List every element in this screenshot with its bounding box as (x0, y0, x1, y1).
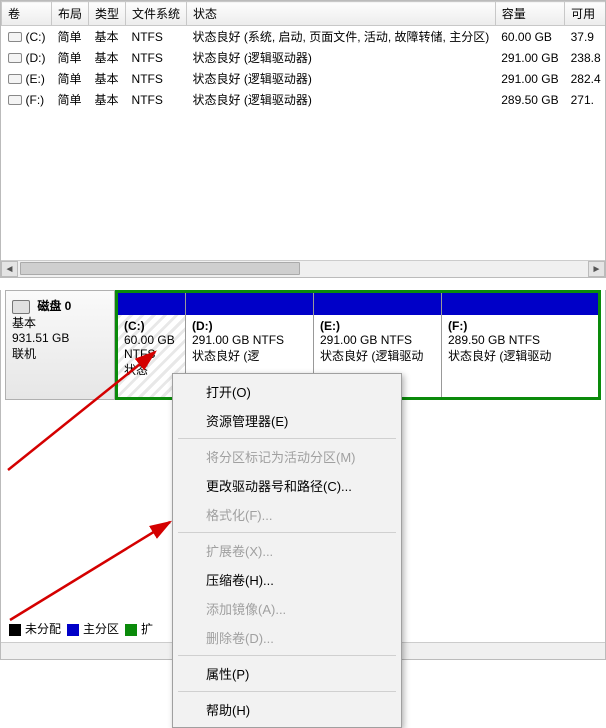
cell-drive: (F:) (2, 89, 52, 110)
col-status[interactable]: 状态 (187, 2, 496, 26)
drive-icon (8, 74, 22, 84)
swatch-unallocated (9, 624, 21, 636)
drive-icon (8, 53, 22, 63)
legend: 未分配 主分区 扩 (9, 620, 153, 637)
ctx-separator (178, 532, 396, 533)
cell-status: 状态良好 (系统, 启动, 页面文件, 活动, 故障转储, 主分区) (187, 26, 496, 48)
cell-drive: (E:) (2, 68, 52, 89)
cell-capacity: 60.00 GB (495, 26, 564, 48)
ctx-delete-volume: 删除卷(D)... (176, 623, 398, 652)
partition-letter: (D:) (192, 319, 307, 333)
cell-status: 状态良好 (逻辑驱动器) (187, 68, 496, 89)
legend-ext: 扩 (141, 622, 153, 636)
cell-free: 37.9 (565, 26, 606, 48)
ctx-open[interactable]: 打开(O) (176, 377, 398, 406)
cell-status: 状态良好 (逻辑驱动器) (187, 89, 496, 110)
ctx-help[interactable]: 帮助(H) (176, 695, 398, 724)
table-row[interactable]: (D:)简单基本NTFS状态良好 (逻辑驱动器)291.00 GB238.8 (2, 47, 606, 68)
partition-f[interactable]: (F:) 289.50 GB NTFS 状态良好 (逻辑驱动 (441, 293, 598, 397)
cell-capacity: 291.00 GB (495, 68, 564, 89)
partition-topbar (442, 293, 598, 315)
ctx-mark-active: 将分区标记为活动分区(M) (176, 442, 398, 471)
ctx-add-mirror: 添加镜像(A)... (176, 594, 398, 623)
table-header-row: 卷 布局 类型 文件系统 状态 容量 可用 (2, 2, 606, 26)
swatch-primary (67, 624, 79, 636)
scroll-track[interactable] (18, 261, 588, 277)
disk-label: 磁盘 0 (37, 299, 71, 313)
horizontal-scrollbar[interactable]: ◄ ► (1, 260, 605, 277)
disk-type: 基本 (12, 314, 108, 331)
partition-topbar (186, 293, 313, 315)
col-capacity[interactable]: 容量 (495, 2, 564, 26)
partition-status: 状态良好 (逻辑驱动 (448, 347, 592, 364)
ctx-format: 格式化(F)... (176, 500, 398, 529)
ctx-extend-volume: 扩展卷(X)... (176, 536, 398, 565)
table-row[interactable]: (C:)简单基本NTFS状态良好 (系统, 启动, 页面文件, 活动, 故障转储… (2, 26, 606, 48)
legend-unalloc: 未分配 (25, 622, 61, 636)
cell-fs: NTFS (126, 89, 187, 110)
cell-free: 238.8 (565, 47, 606, 68)
ctx-shrink-volume[interactable]: 压缩卷(H)... (176, 565, 398, 594)
cell-drive: (D:) (2, 47, 52, 68)
ctx-separator (178, 655, 396, 656)
cell-layout: 简单 (52, 89, 89, 110)
ctx-change-drive-letter[interactable]: 更改驱动器号和路径(C)... (176, 471, 398, 500)
cell-free: 282.4 (565, 68, 606, 89)
cell-status: 状态良好 (逻辑驱动器) (187, 47, 496, 68)
volume-list-pane: 卷 布局 类型 文件系统 状态 容量 可用 (C:)简单基本NTFS状态良好 (… (0, 0, 606, 278)
swatch-extended (125, 624, 137, 636)
cell-type: 基本 (89, 89, 126, 110)
drive-icon (8, 32, 22, 42)
col-type[interactable]: 类型 (89, 2, 126, 26)
cell-layout: 简单 (52, 68, 89, 89)
table-row[interactable]: (F:)简单基本NTFS状态良好 (逻辑驱动器)289.50 GB271. (2, 89, 606, 110)
cell-free: 271. (565, 89, 606, 110)
partition-status: 状态 (124, 361, 179, 378)
col-free[interactable]: 可用 (565, 2, 606, 26)
disk-icon (12, 300, 30, 314)
partition-size: 291.00 GB NTFS (192, 333, 307, 347)
partition-status: 状态良好 (逻辑驱动 (320, 347, 435, 364)
col-volume[interactable]: 卷 (2, 2, 52, 26)
cell-drive: (C:) (2, 26, 52, 48)
disk-header[interactable]: 磁盘 0 基本 931.51 GB 联机 (5, 290, 115, 400)
context-menu: 打开(O) 资源管理器(E) 将分区标记为活动分区(M) 更改驱动器号和路径(C… (172, 373, 402, 728)
scroll-right-button[interactable]: ► (588, 261, 605, 277)
cell-capacity: 289.50 GB (495, 89, 564, 110)
cell-capacity: 291.00 GB (495, 47, 564, 68)
cell-fs: NTFS (126, 68, 187, 89)
table-row[interactable]: (E:)简单基本NTFS状态良好 (逻辑驱动器)291.00 GB282.4 (2, 68, 606, 89)
cell-type: 基本 (89, 68, 126, 89)
partition-size: 289.50 GB NTFS (448, 333, 592, 347)
partition-size: 60.00 GB NTFS (124, 333, 179, 361)
ctx-explorer[interactable]: 资源管理器(E) (176, 406, 398, 435)
scroll-left-button[interactable]: ◄ (1, 261, 18, 277)
volume-table[interactable]: 卷 布局 类型 文件系统 状态 容量 可用 (C:)简单基本NTFS状态良好 (… (1, 1, 606, 110)
cell-type: 基本 (89, 26, 126, 48)
cell-layout: 简单 (52, 26, 89, 48)
col-fs[interactable]: 文件系统 (126, 2, 187, 26)
partition-topbar (314, 293, 441, 315)
partition-letter: (C:) (124, 319, 179, 333)
cell-type: 基本 (89, 47, 126, 68)
cell-fs: NTFS (126, 26, 187, 48)
cell-layout: 简单 (52, 47, 89, 68)
col-layout[interactable]: 布局 (52, 2, 89, 26)
partition-topbar (118, 293, 185, 315)
disk-state: 联机 (12, 345, 108, 362)
cell-fs: NTFS (126, 47, 187, 68)
partition-letter: (F:) (448, 319, 592, 333)
drive-icon (8, 95, 22, 105)
legend-primary: 主分区 (83, 622, 119, 636)
ctx-properties[interactable]: 属性(P) (176, 659, 398, 688)
partition-size: 291.00 GB NTFS (320, 333, 435, 347)
ctx-separator (178, 691, 396, 692)
disk-size: 931.51 GB (12, 331, 108, 345)
partition-status: 状态良好 (逻 (192, 347, 307, 364)
partition-letter: (E:) (320, 319, 435, 333)
scroll-thumb[interactable] (20, 262, 300, 275)
ctx-separator (178, 438, 396, 439)
